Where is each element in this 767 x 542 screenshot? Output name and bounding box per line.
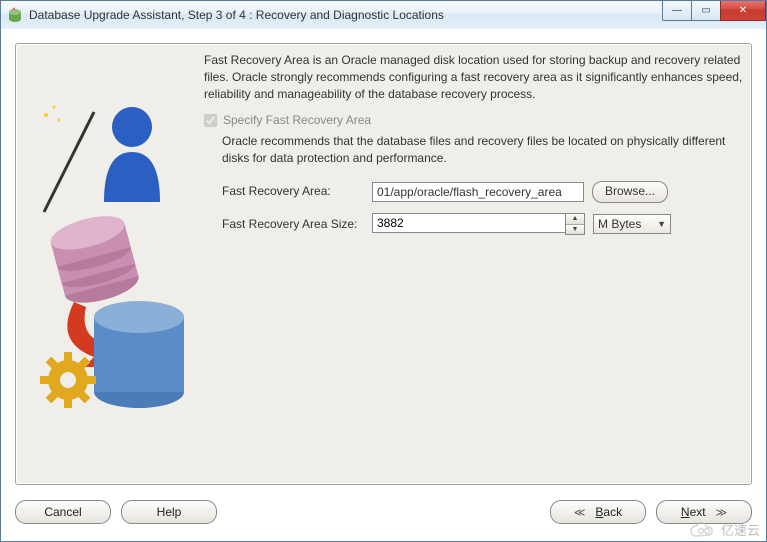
specify-fra-checkbox[interactable] — [204, 114, 217, 127]
window-controls: — ▭ ✕ — [663, 1, 766, 21]
fra-path-label: Fast Recovery Area: — [222, 183, 372, 200]
help-button[interactable]: Help — [121, 500, 217, 524]
fra-path-input[interactable]: 01/app/oracle/flash_recovery_area — [372, 182, 584, 202]
maximize-icon: ▭ — [701, 5, 710, 16]
close-button[interactable]: ✕ — [720, 1, 766, 21]
next-button[interactable]: Next ≫ — [656, 500, 752, 524]
close-icon: ✕ — [739, 5, 747, 16]
minimize-button[interactable]: — — [662, 1, 692, 21]
fra-path-row: Fast Recovery Area: 01/app/oracle/flash_… — [222, 181, 743, 203]
intro-text: Fast Recovery Area is an Oracle managed … — [204, 52, 743, 102]
cancel-button[interactable]: Cancel — [15, 500, 111, 524]
fra-size-spinner: ▲ ▼ — [372, 213, 585, 236]
maximize-button[interactable]: ▭ — [691, 1, 721, 21]
titlebar[interactable]: Database Upgrade Assistant, Step 3 of 4 … — [1, 1, 766, 30]
back-button[interactable]: ≪ Back — [550, 500, 646, 524]
chevron-down-icon: ▼ — [657, 218, 666, 231]
unit-selected-label: M Bytes — [598, 216, 641, 233]
app-icon — [7, 7, 23, 23]
wizard-button-bar: Cancel Help ≪ Back Next ≫ — [15, 497, 752, 527]
fra-size-row: Fast Recovery Area Size: ▲ ▼ M Bytes ▼ — [222, 213, 743, 236]
client-area: Fast Recovery Area is an Oracle managed … — [1, 29, 766, 541]
fra-size-unit-select[interactable]: M Bytes ▼ — [593, 214, 671, 234]
wizard-content: Fast Recovery Area is an Oracle managed … — [204, 52, 743, 476]
help-button-label: Help — [157, 505, 182, 519]
fra-size-label: Fast Recovery Area Size: — [222, 216, 372, 233]
spinner-buttons: ▲ ▼ — [565, 213, 585, 236]
window-title: Database Upgrade Assistant, Step 3 of 4 … — [29, 8, 766, 22]
wizard-panel: Fast Recovery Area is an Oracle managed … — [15, 43, 752, 485]
next-button-label: Next — [681, 505, 706, 519]
fra-recommendation-text: Oracle recommends that the database file… — [222, 133, 743, 167]
specify-fra-label: Specify Fast Recovery Area — [223, 112, 371, 129]
minimize-icon: — — [672, 5, 682, 16]
wizard-illustration — [24, 92, 184, 476]
fra-path-value-prefix: 01/app/ora — [377, 184, 434, 200]
window-frame: Database Upgrade Assistant, Step 3 of 4 … — [0, 0, 767, 542]
browse-button[interactable]: Browse... — [592, 181, 668, 203]
fra-path-value-selection: cle/flash_recovery_area — [434, 184, 561, 200]
back-arrow-icon: ≪ — [574, 506, 586, 519]
specify-fra-checkbox-row: Specify Fast Recovery Area — [204, 112, 743, 129]
next-arrow-icon: ≫ — [716, 506, 728, 519]
cancel-button-label: Cancel — [44, 505, 81, 519]
fra-size-input[interactable] — [372, 213, 565, 233]
spinner-up-button[interactable]: ▲ — [566, 214, 584, 225]
spinner-down-button[interactable]: ▼ — [566, 225, 584, 235]
browse-button-label: Browse... — [605, 183, 655, 200]
back-button-label: Back — [595, 505, 622, 519]
